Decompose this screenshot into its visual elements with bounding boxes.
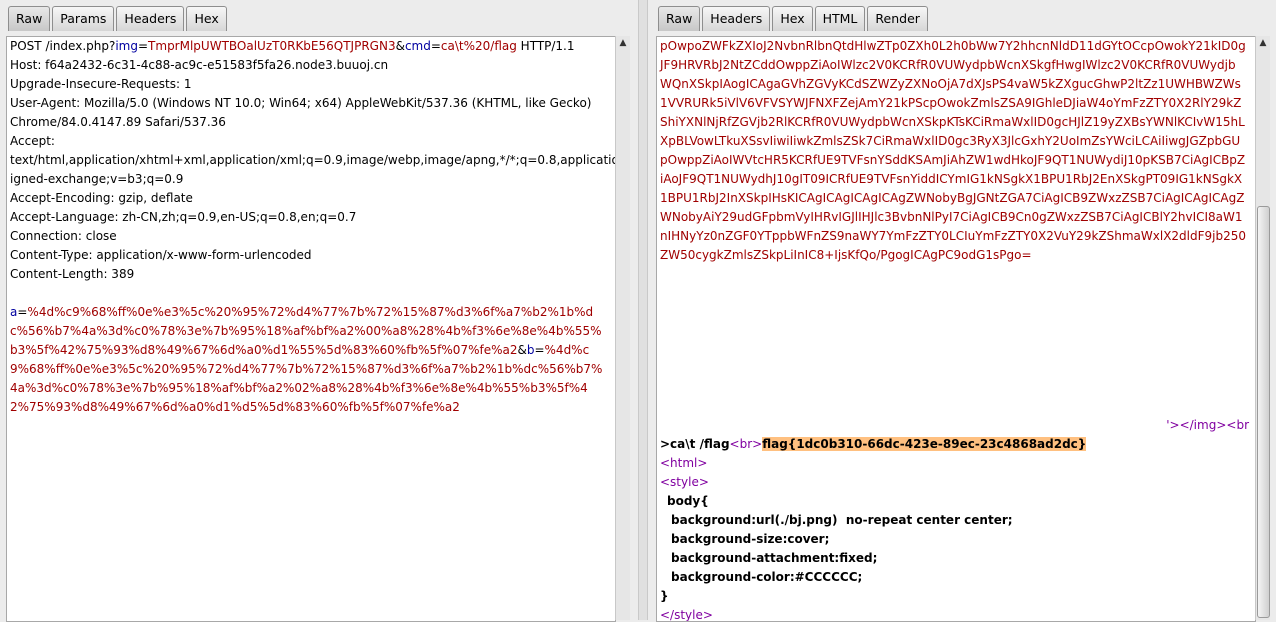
css-line: background-color:#CCCCCC;	[671, 570, 863, 584]
response-pane: Raw Headers Hex HTML Render pOwpoZWFkZXI…	[650, 0, 1276, 622]
scroll-up-icon[interactable]: ▲	[616, 36, 630, 50]
tab-hex[interactable]: Hex	[186, 6, 227, 31]
response-tabs: Raw Headers Hex HTML Render	[658, 6, 930, 32]
cmd-echo: >ca\t /flag	[660, 437, 730, 451]
body-param-a-name: a	[10, 305, 18, 319]
response-base64: pOwpoZWFkZXIoJ2NvbnRlbnQtdHlwZTp0ZXh0L2h…	[657, 37, 1246, 417]
request-body: a=%4d%c9%68%ff%0e%e3%5c%20%95%72%d4%77%7…	[10, 305, 603, 414]
style-open-tag: <style>	[660, 475, 709, 489]
header-line: Content-Type: application/x-www-form-url…	[10, 248, 312, 262]
tab-headers[interactable]: Headers	[702, 6, 771, 31]
request-method-path: POST /index.php?	[10, 39, 116, 53]
request-scrollbar[interactable]: ▲	[615, 36, 630, 620]
header-line: text/html,application/xhtml+xml,applicat…	[10, 153, 616, 167]
command-output-line: >ca\t /flag<br>flag{1dc0b310-66dc-423e-8…	[657, 435, 1255, 454]
header-line: Host: f64a2432-6c31-4c88-ac9c-e51583f5fa…	[10, 58, 389, 72]
tab-raw[interactable]: Raw	[658, 6, 701, 31]
header-line: Upgrade-Insecure-Requests: 1	[10, 77, 192, 91]
param-cmd-value: ca\t%20/flag	[440, 39, 517, 53]
tab-hex[interactable]: Hex	[772, 6, 813, 31]
css-line: background:url(./bj.png) no-repeat cente…	[671, 513, 1013, 527]
flag-value: flag{1dc0b310-66dc-423e-89ec-23c4868ad2d…	[762, 437, 1087, 451]
response-scrollbar[interactable]: ▲	[1255, 36, 1270, 620]
img-close-tag: '></img>	[1166, 418, 1227, 432]
header-line: Connection: close	[10, 229, 117, 243]
header-line: Accept:	[10, 134, 55, 148]
header-line: Content-Length: 389	[10, 267, 135, 281]
param-cmd-name: cmd	[404, 39, 431, 53]
css-line: background-size:cover;	[671, 532, 830, 546]
scrollbar-thumb[interactable]	[1257, 206, 1270, 618]
tab-raw[interactable]: Raw	[8, 6, 51, 31]
img-close-line: '></img><br	[657, 416, 1255, 435]
header-line: Accept-Encoding: gzip, deflate	[10, 191, 193, 205]
br-tag: <br>	[729, 437, 763, 451]
param-img-name: img	[115, 39, 138, 53]
body-param-b-name: b	[526, 343, 535, 357]
br-open-tag: <br	[1226, 418, 1249, 432]
header-line: Accept-Language: zh-CN,zh;q=0.9,en-US;q=…	[10, 210, 357, 224]
tab-html[interactable]: HTML	[814, 6, 866, 31]
header-line: User-Agent: Mozilla/5.0 (Windows NT 10.0…	[10, 96, 592, 110]
tab-params[interactable]: Params	[52, 6, 115, 31]
css-line: background-attachment:fixed;	[671, 551, 878, 565]
header-line: igned-exchange;v=b3;q=0.9	[10, 172, 184, 186]
base64-image-data: pOwpoZWFkZXIoJ2NvbnRlbnQtdHlwZTp0ZXh0L2h…	[660, 39, 1246, 262]
param-img-value: TmprMlpUWTBOalUzT0RKbE56QTJPRGN3	[148, 39, 396, 53]
pane-divider[interactable]	[638, 0, 648, 620]
html-open-tag: <html>	[660, 456, 708, 470]
request-line: POST /index.php?img=TmprMlpUWTBOalUzT0RK…	[10, 39, 575, 53]
request-pane: Raw Params Headers Hex POST /index.php?i…	[0, 0, 631, 622]
body-param-a-value: %4d%c9%68%ff%0e%e3%5c%20%95%72%d4%77%7b%…	[10, 305, 602, 357]
tab-headers[interactable]: Headers	[116, 6, 185, 31]
header-line: Chrome/84.0.4147.89 Safari/537.36	[10, 115, 226, 129]
css-line: }	[660, 589, 669, 603]
response-editor[interactable]: pOwpoZWFkZXIoJ2NvbnRlbnQtdHlwZTp0ZXh0L2h…	[656, 36, 1256, 622]
request-editor[interactable]: POST /index.php?img=TmprMlpUWTBOalUzT0RK…	[6, 36, 616, 622]
request-tabs: Raw Params Headers Hex	[8, 6, 229, 32]
http-version: HTTP/1.1	[516, 39, 575, 53]
css-line: body{	[667, 494, 709, 508]
tab-render[interactable]: Render	[867, 6, 928, 31]
scroll-up-icon[interactable]: ▲	[1256, 36, 1270, 50]
